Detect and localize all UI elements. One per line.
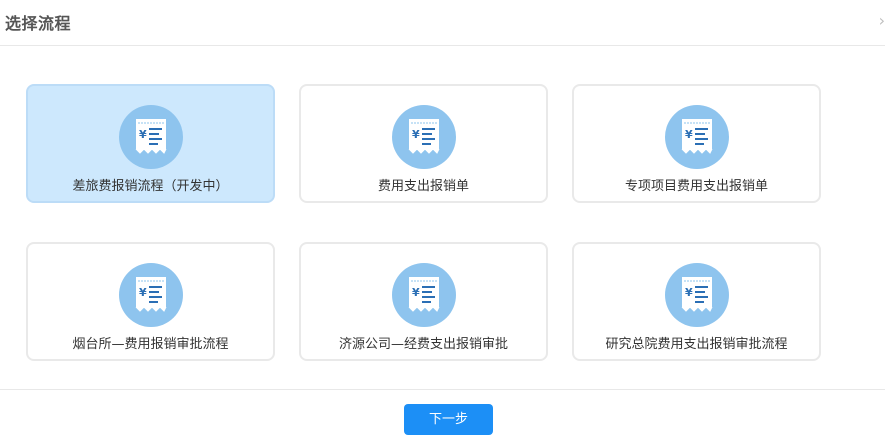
card-label: 专项项目费用支出报销单	[624, 179, 768, 194]
svg-text:¥: ¥	[139, 286, 147, 299]
process-card-yantai[interactable]: ¥ 烟台所—费用报销审批流程	[26, 242, 275, 361]
svg-text:¥: ¥	[685, 286, 693, 299]
card-label: 费用支出报销单	[377, 179, 469, 194]
receipt-icon: ¥	[664, 263, 729, 327]
svg-text:¥: ¥	[139, 128, 147, 141]
card-label: 济源公司—经费支出报销审批	[338, 337, 508, 352]
dialog-header: 选择流程 ›	[0, 0, 885, 46]
receipt-icon: ¥	[664, 105, 729, 169]
process-card-research-institute[interactable]: ¥ 研究总院费用支出报销审批流程	[572, 242, 821, 361]
receipt-icon: ¥	[391, 263, 456, 327]
dialog-title: 选择流程	[5, 14, 72, 33]
receipt-icon: ¥	[118, 263, 183, 327]
svg-text:¥: ¥	[412, 286, 420, 299]
process-select-dialog: 选择流程 › ¥ 差旅费报销流程（开发中） ¥ 费用支出报销单 ¥ 专项项目费用…	[0, 0, 885, 446]
process-card-expense[interactable]: ¥ 费用支出报销单	[299, 84, 548, 203]
card-label: 研究总院费用支出报销审批流程	[605, 337, 788, 352]
receipt-icon: ¥	[118, 105, 183, 169]
close-icon[interactable]: ›	[879, 11, 885, 30]
svg-text:¥: ¥	[685, 128, 693, 141]
process-card-special-project[interactable]: ¥ 专项项目费用支出报销单	[572, 84, 821, 203]
card-label: 差旅费报销流程（开发中）	[72, 179, 229, 194]
card-label: 烟台所—费用报销审批流程	[72, 337, 229, 352]
svg-text:¥: ¥	[412, 128, 420, 141]
receipt-icon: ¥	[391, 105, 456, 169]
next-step-button[interactable]: 下一步	[404, 404, 493, 435]
dialog-footer: 下一步	[0, 389, 885, 446]
process-card-travel[interactable]: ¥ 差旅费报销流程（开发中）	[26, 84, 275, 203]
process-card-jiyuan[interactable]: ¥ 济源公司—经费支出报销审批	[299, 242, 548, 361]
